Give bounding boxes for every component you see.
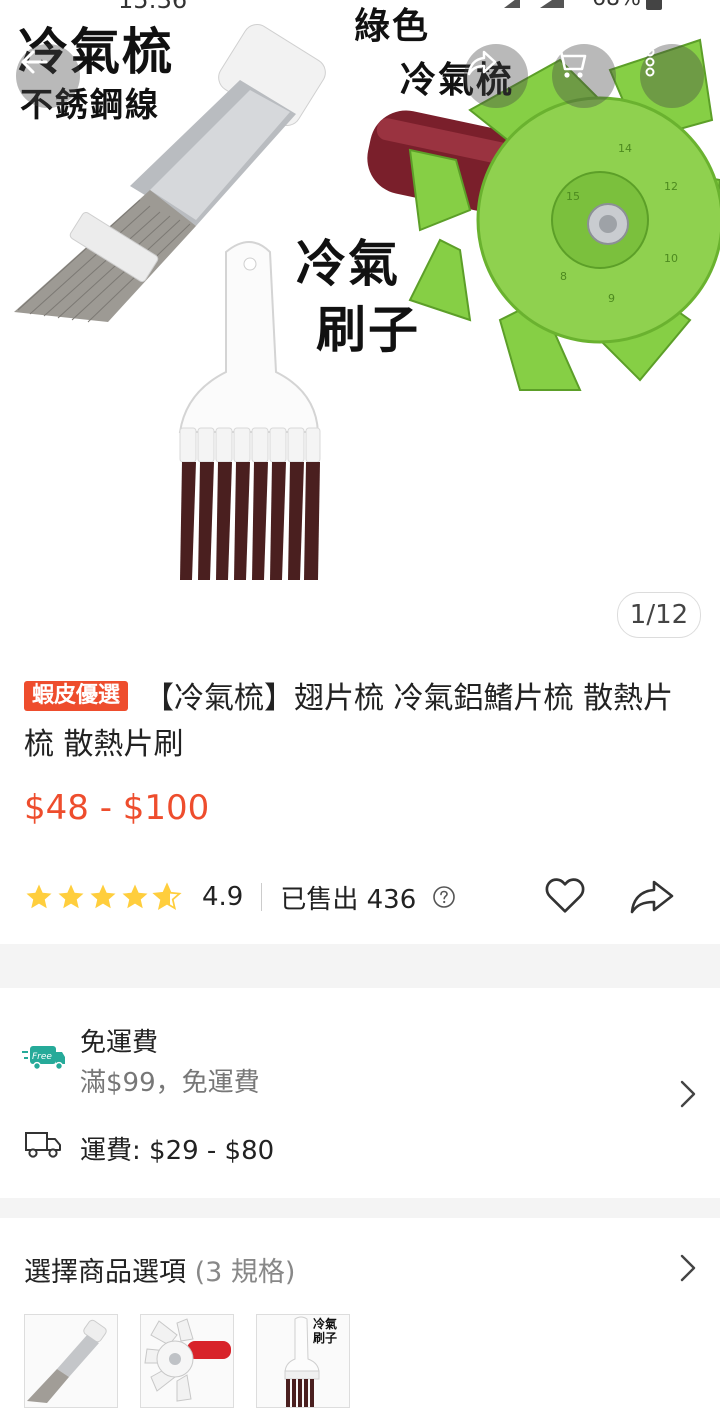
svg-text:12: 12 bbox=[664, 180, 678, 193]
rating-row: 4.9 已售出 436 bbox=[24, 872, 704, 922]
variant-thumbnail-comb[interactable] bbox=[24, 1314, 118, 1408]
shipping-fee: 運費: $29 - $80 bbox=[80, 1136, 275, 1166]
star-icon bbox=[58, 884, 84, 909]
star-icon bbox=[122, 884, 148, 909]
preferred-seller-badge: 蝦皮優選 bbox=[24, 681, 129, 711]
star-icon bbox=[90, 884, 116, 909]
help-icon[interactable] bbox=[432, 885, 456, 909]
section-divider bbox=[0, 944, 720, 988]
status-time: 15:36 bbox=[118, 0, 188, 14]
image-counter: 1/12 bbox=[617, 592, 701, 638]
caption-brush-line2: 刷子 bbox=[316, 300, 420, 359]
brush-thumbnail-caption: 冷氣刷子 bbox=[313, 1317, 338, 1345]
variant-thumbnail-brush[interactable]: 冷氣刷子 bbox=[256, 1314, 350, 1408]
green-comb-thumbnail-image bbox=[144, 1318, 231, 1402]
back-button[interactable] bbox=[16, 44, 80, 108]
product-image-carousel[interactable]: 14 12 10 9 8 15 冷氣梳 不銹鋼線 綠色 冷氣梳 冷氣 刷子 1/… bbox=[0, 0, 720, 652]
truck-icon bbox=[25, 1132, 61, 1158]
rating-value: 4.9 bbox=[202, 882, 244, 912]
variant-thumbnail-green-comb[interactable] bbox=[140, 1314, 234, 1408]
variant-count: (3 規格) bbox=[194, 1257, 296, 1288]
half-star-icon bbox=[152, 882, 182, 911]
chevron-right-icon[interactable] bbox=[676, 1078, 700, 1110]
free-shipping-title: 免運費 bbox=[80, 1028, 159, 1058]
variant-section-title: 選擇商品選項 (3 規格) bbox=[24, 1250, 295, 1289]
caption-brush-line1: 冷氣 bbox=[296, 234, 400, 293]
battery-level: 68% bbox=[592, 0, 641, 11]
rating-stars bbox=[24, 882, 182, 912]
share-icon[interactable] bbox=[628, 874, 676, 918]
section-divider bbox=[0, 1198, 720, 1218]
svg-text:10: 10 bbox=[664, 252, 678, 265]
variant-title: 選擇商品選項 bbox=[24, 1257, 186, 1288]
like-heart-icon[interactable] bbox=[542, 872, 588, 918]
chevron-right-icon[interactable] bbox=[676, 1252, 700, 1284]
star-icon bbox=[26, 884, 52, 909]
cart-icon bbox=[554, 49, 587, 78]
divider bbox=[261, 883, 263, 911]
share-button-top[interactable] bbox=[464, 44, 528, 108]
free-shipping-truck-icon: Free bbox=[22, 1046, 65, 1071]
sold-count: 已售出 436 bbox=[280, 884, 417, 915]
status-bar: 15:36 68% bbox=[0, 0, 720, 14]
svg-text:8: 8 bbox=[560, 270, 567, 283]
more-vertical-icon bbox=[645, 47, 655, 77]
svg-text:9: 9 bbox=[608, 292, 615, 305]
svg-text:14: 14 bbox=[618, 142, 632, 155]
battery-icon bbox=[646, 0, 662, 10]
share-icon bbox=[467, 50, 497, 76]
svg-text:15: 15 bbox=[566, 190, 580, 203]
signal-icon bbox=[504, 0, 564, 8]
cart-button[interactable] bbox=[552, 44, 616, 108]
product-price: $48 - $100 bbox=[24, 788, 210, 828]
free-label: Free bbox=[32, 1052, 52, 1062]
arrow-left-icon bbox=[21, 50, 48, 74]
comb-thumbnail-image bbox=[27, 1319, 107, 1403]
free-shipping-condition: 滿$99，免運費 bbox=[80, 1068, 260, 1098]
more-options-button[interactable] bbox=[640, 44, 704, 108]
product-title-block: 蝦皮優選 【冷氣梳】翅片梳 冷氣鋁鰭片梳 散熱片梳 散熱片刷 bbox=[24, 676, 684, 768]
